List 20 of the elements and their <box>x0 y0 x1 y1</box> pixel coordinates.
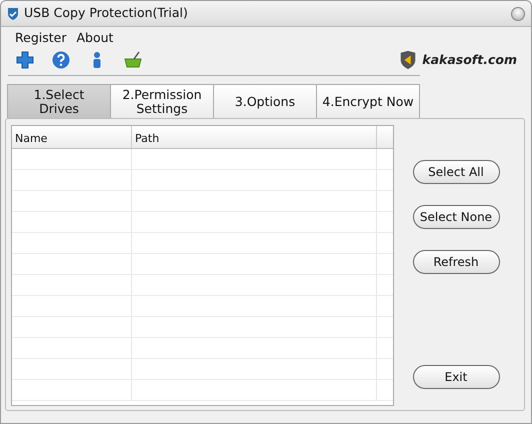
window-title: USB Copy Protection(Trial) <box>24 4 188 22</box>
logo-text: kakasoft.com <box>422 50 517 69</box>
tab[interactable]: 3.Options <box>213 84 317 118</box>
action-button[interactable]: Select All <box>412 160 500 184</box>
tab[interactable]: 2.Permission Settings <box>110 84 214 118</box>
column-header[interactable]: Name <box>12 126 132 148</box>
menu-item[interactable]: About <box>76 29 114 45</box>
action-button[interactable]: Refresh <box>412 250 500 274</box>
basket-icon[interactable] <box>123 50 143 70</box>
help-icon[interactable] <box>51 50 71 70</box>
shield-icon <box>7 6 19 20</box>
close-button[interactable] <box>511 6 525 20</box>
tab[interactable]: 1.Select Drives <box>7 84 111 118</box>
action-button[interactable]: Select None <box>412 205 500 229</box>
add-icon[interactable] <box>15 50 35 70</box>
tab[interactable]: 4.Encrypt Now <box>316 84 420 118</box>
column-header[interactable]: Path <box>132 126 377 148</box>
logo-icon <box>398 50 418 70</box>
action-button[interactable]: Exit <box>412 365 500 389</box>
menu-item[interactable]: Register <box>15 29 66 45</box>
